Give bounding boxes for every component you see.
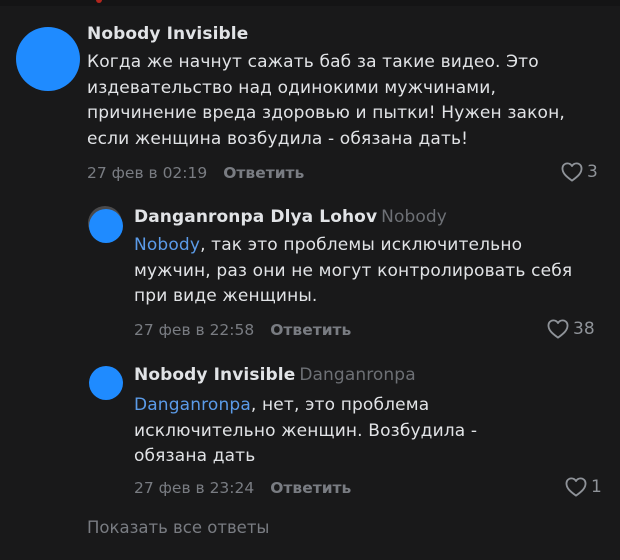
avatar[interactable] xyxy=(89,366,123,400)
comment-text: Nobody, так это проблемы исключительно м… xyxy=(134,233,574,310)
mention-link[interactable]: Danganronpa xyxy=(134,395,251,415)
comment-date[interactable]: 27 фев в 23:24 xyxy=(134,479,254,497)
reply-button[interactable]: Ответить xyxy=(223,164,304,182)
heart-outline-icon xyxy=(561,162,583,182)
like-button[interactable]: 1 xyxy=(565,477,602,497)
comment-author[interactable]: Nobody Invisible xyxy=(87,24,248,44)
reply-button[interactable]: Ответить xyxy=(270,479,351,497)
reply-to-name[interactable]: Danganronpa xyxy=(299,365,415,385)
comment-author[interactable]: Danganronpa Dlya Lohov Nobody xyxy=(134,207,447,227)
like-count: 3 xyxy=(587,162,598,182)
comment-author[interactable]: Nobody Invisible Danganronpa xyxy=(134,365,416,385)
reply-button[interactable]: Ответить xyxy=(270,321,351,339)
comment-body: Когда же начнут сажать баб за такие виде… xyxy=(87,52,565,149)
mention-link[interactable]: Nobody xyxy=(134,235,200,255)
comment-date[interactable]: 27 фев в 02:19 xyxy=(87,164,207,182)
like-count: 1 xyxy=(591,477,602,497)
show-all-replies-link[interactable]: Показать все ответы xyxy=(87,518,269,537)
comment-meta: 27 фев в 23:24 Ответить xyxy=(134,479,351,497)
comment-date[interactable]: 27 фев в 22:58 xyxy=(134,321,254,339)
comment-text: Когда же начнут сажать баб за такие виде… xyxy=(87,50,597,152)
heart-outline-icon xyxy=(547,319,569,339)
comment-body: , так это проблемы исключительно мужчин,… xyxy=(134,235,573,306)
avatar[interactable] xyxy=(16,27,80,91)
comment-meta: 27 фев в 22:58 Ответить xyxy=(134,321,351,339)
avatar[interactable] xyxy=(89,209,123,243)
comment-text: Danganronpa, нет, это проблема исключите… xyxy=(134,393,484,470)
like-button[interactable]: 38 xyxy=(547,319,595,339)
like-count: 38 xyxy=(573,319,595,339)
comment-author-name[interactable]: Danganronpa Dlya Lohov xyxy=(134,207,377,227)
comment-1: Nobody Invisible Когда же начнут сажать … xyxy=(0,0,620,190)
comment-author-name[interactable]: Nobody Invisible xyxy=(134,365,295,385)
reply-to-name[interactable]: Nobody xyxy=(381,207,447,227)
comment-meta: 27 фев в 02:19 Ответить xyxy=(87,164,304,182)
heart-outline-icon xyxy=(565,477,587,497)
like-button[interactable]: 3 xyxy=(561,162,598,182)
